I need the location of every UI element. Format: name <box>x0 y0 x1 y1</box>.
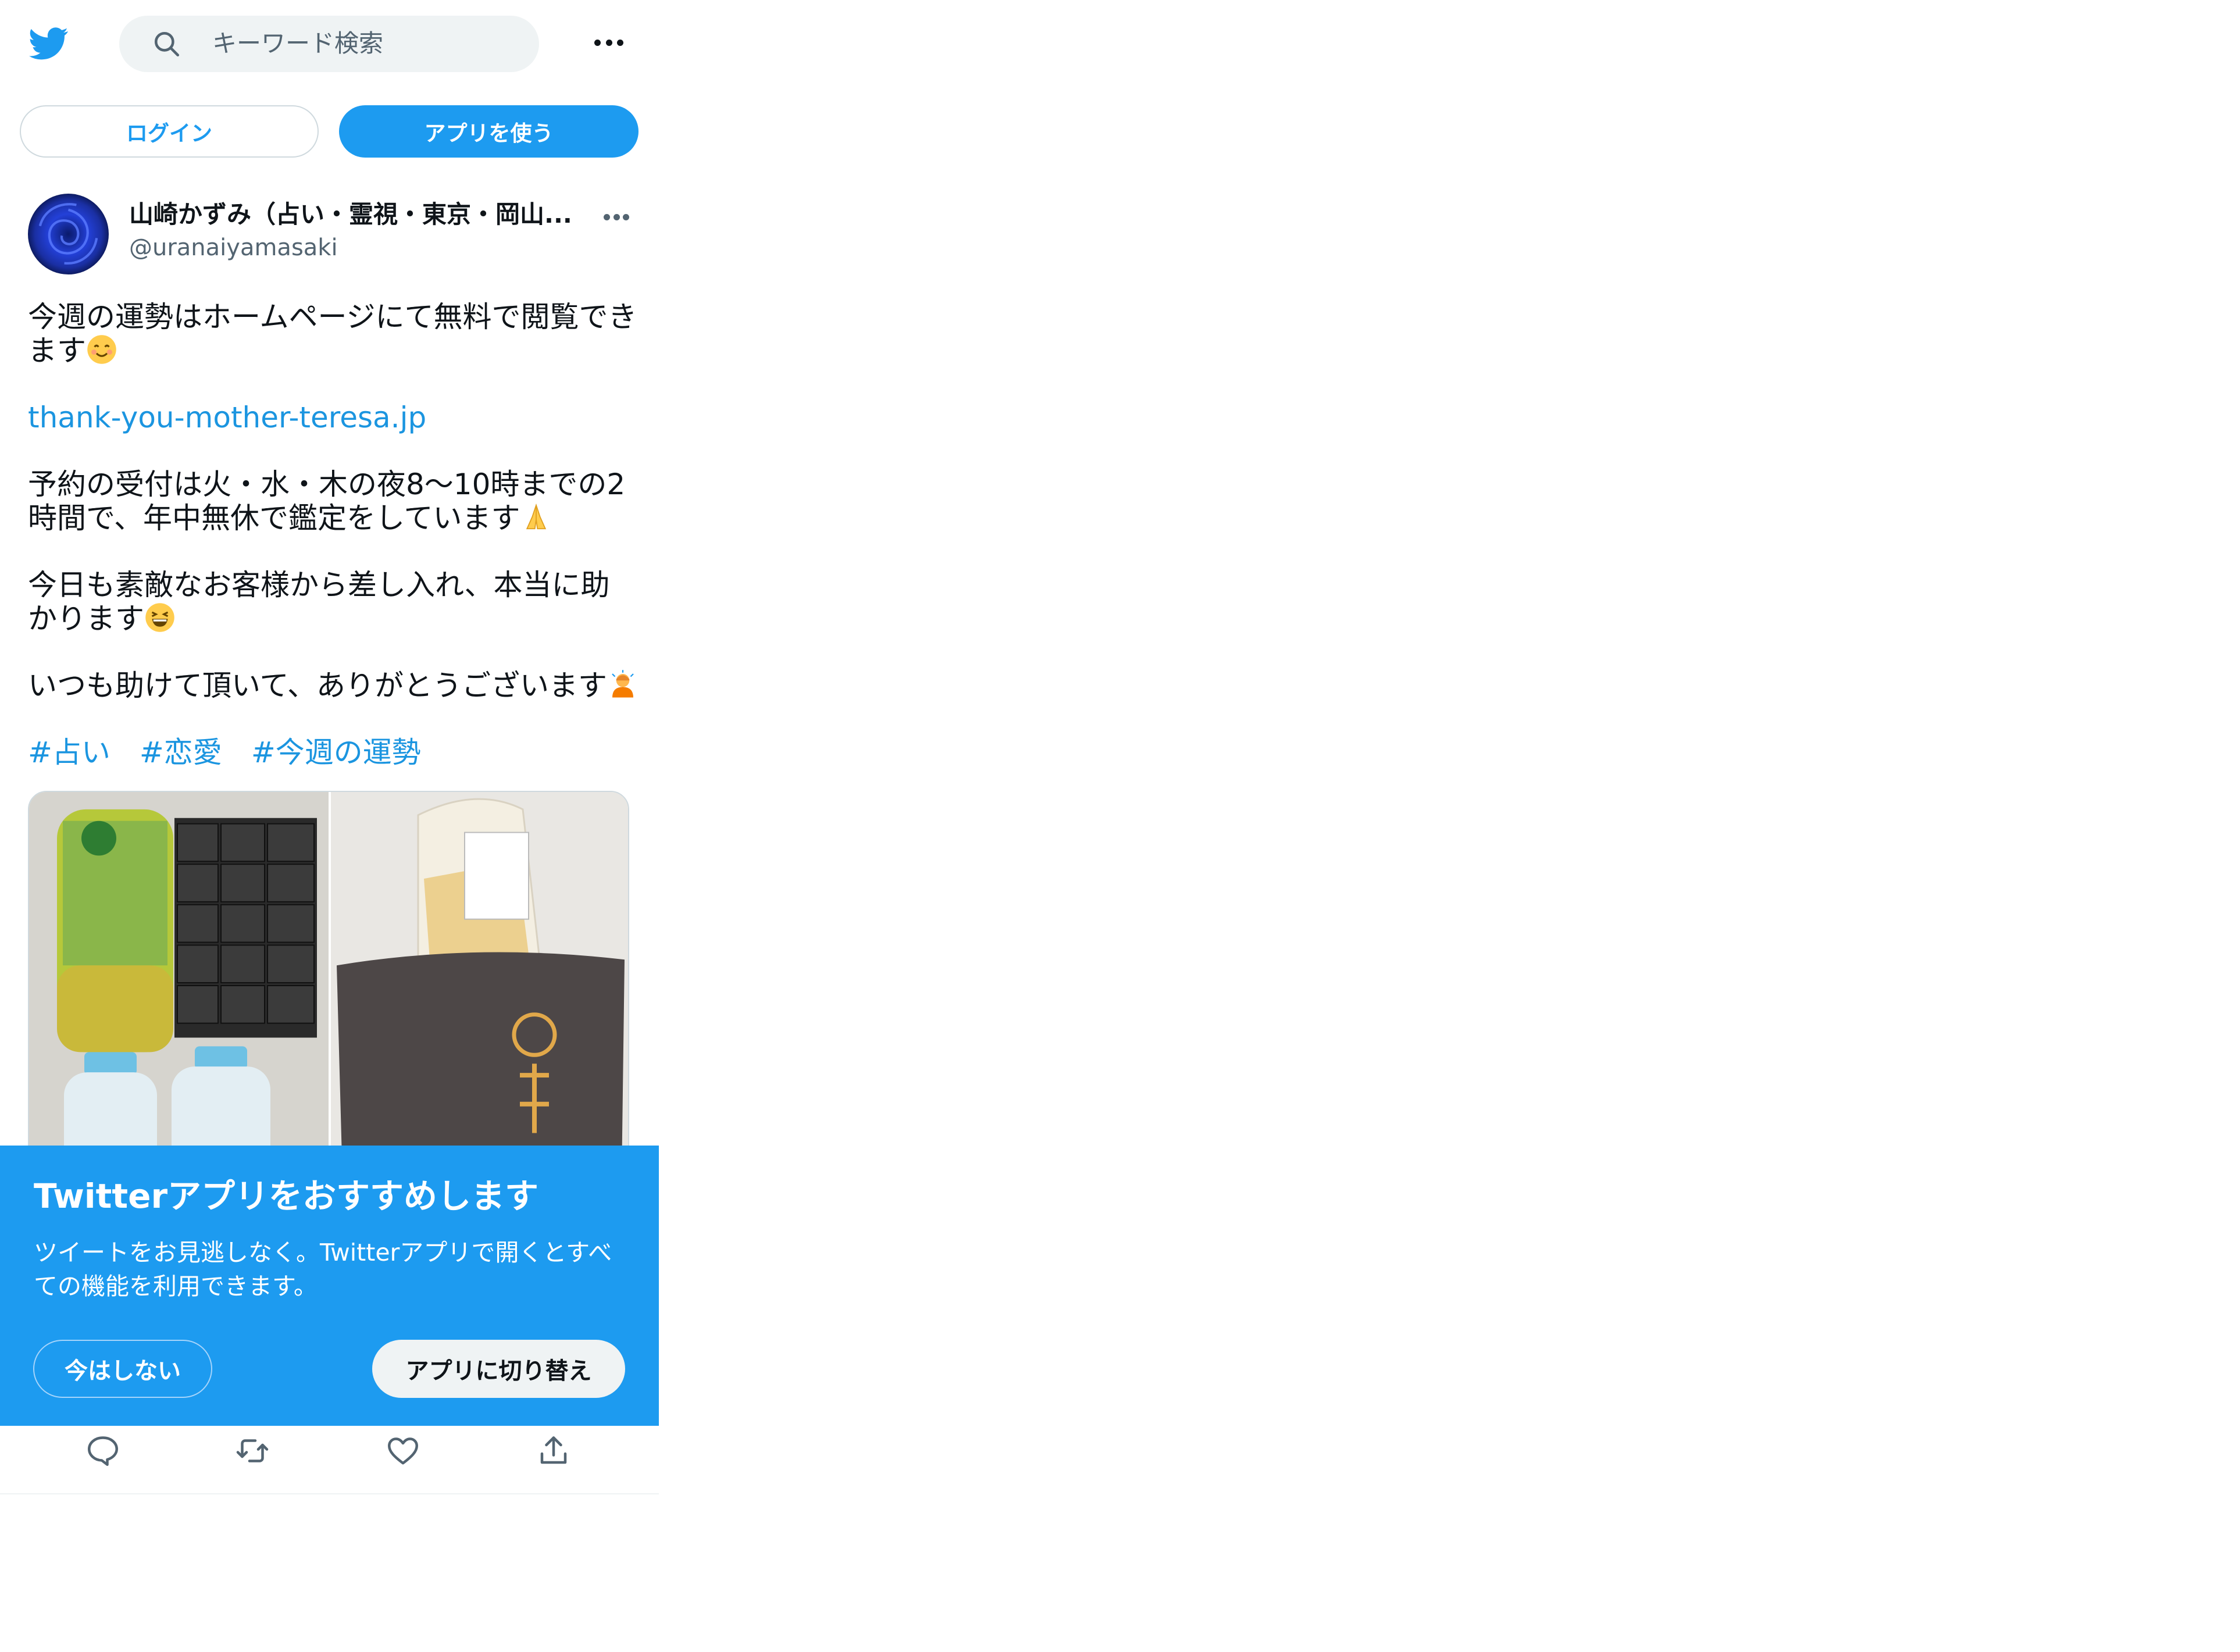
avatar[interactable] <box>28 194 109 274</box>
tweet-text: 今週の運勢はホームページにて無料で閲覧できます thank-you-mother… <box>28 300 639 769</box>
share-icon[interactable] <box>536 1433 571 1468</box>
user-handle[interactable]: @uranaiyamasaki <box>129 233 338 262</box>
login-button[interactable]: ログイン <box>20 105 319 158</box>
banner-title: Twitterアプリをおすすめします <box>34 1176 539 1216</box>
grinning-squinting-face-icon <box>145 603 174 632</box>
tweet-paragraph: いつも助けて頂いて、ありがとうございます <box>28 669 639 702</box>
media-photo-snacks[interactable] <box>331 792 629 1179</box>
folded-hands-icon <box>526 503 546 530</box>
hashtag-link[interactable]: #恋愛 <box>140 736 222 769</box>
use-app-button[interactable]: アプリを使う <box>339 105 639 158</box>
more-icon[interactable] <box>594 35 623 50</box>
twitter-logo-icon[interactable] <box>26 23 72 63</box>
search-icon <box>154 31 180 57</box>
banner-description: ツイートをお見逃しなく。Twitterアプリで開くとすべての機能を利用できます。 <box>34 1239 612 1300</box>
tweet-link[interactable]: thank-you-mother-teresa.jp <box>28 401 426 434</box>
media-photo-drinks[interactable] <box>29 792 329 1179</box>
search-input[interactable]: キーワード検索 <box>119 16 539 72</box>
hashtag-link[interactable]: #今週の運勢 <box>251 736 421 769</box>
divider <box>0 1493 659 1494</box>
tweet-paragraph: 今週の運勢はホームページにて無料で閲覧できます <box>28 300 637 367</box>
tweet-paragraph: 今日も素敵なお客様から差し入れ、本当に助かります <box>28 568 610 636</box>
hashtag-link[interactable]: #占い <box>28 736 110 769</box>
tweet-more-icon[interactable] <box>604 211 629 223</box>
reply-icon[interactable] <box>85 1433 120 1468</box>
person-bowing-icon <box>612 670 634 698</box>
search-placeholder: キーワード検索 <box>212 29 384 58</box>
display-name[interactable]: 山崎かずみ（占い・霊視・東京・岡山... <box>129 199 572 230</box>
app-promo-banner: Twitterアプリをおすすめします ツイートをお見逃しなく。Twitterアプ… <box>0 1146 659 1426</box>
tweet-media[interactable] <box>28 791 629 1180</box>
switch-to-app-button[interactable]: アプリに切り替え <box>372 1340 625 1398</box>
retweet-icon[interactable] <box>235 1433 270 1468</box>
tweet-paragraph: 予約の受付は火・水・木の夜8〜10時までの2時間で、年中無休で鑑定をしています <box>28 468 626 535</box>
like-icon[interactable] <box>386 1433 420 1468</box>
not-now-button[interactable]: 今はしない <box>33 1340 212 1398</box>
smiling-face-icon <box>87 335 116 364</box>
hashtag-list: #占い #恋愛 #今週の運勢 <box>28 736 639 769</box>
